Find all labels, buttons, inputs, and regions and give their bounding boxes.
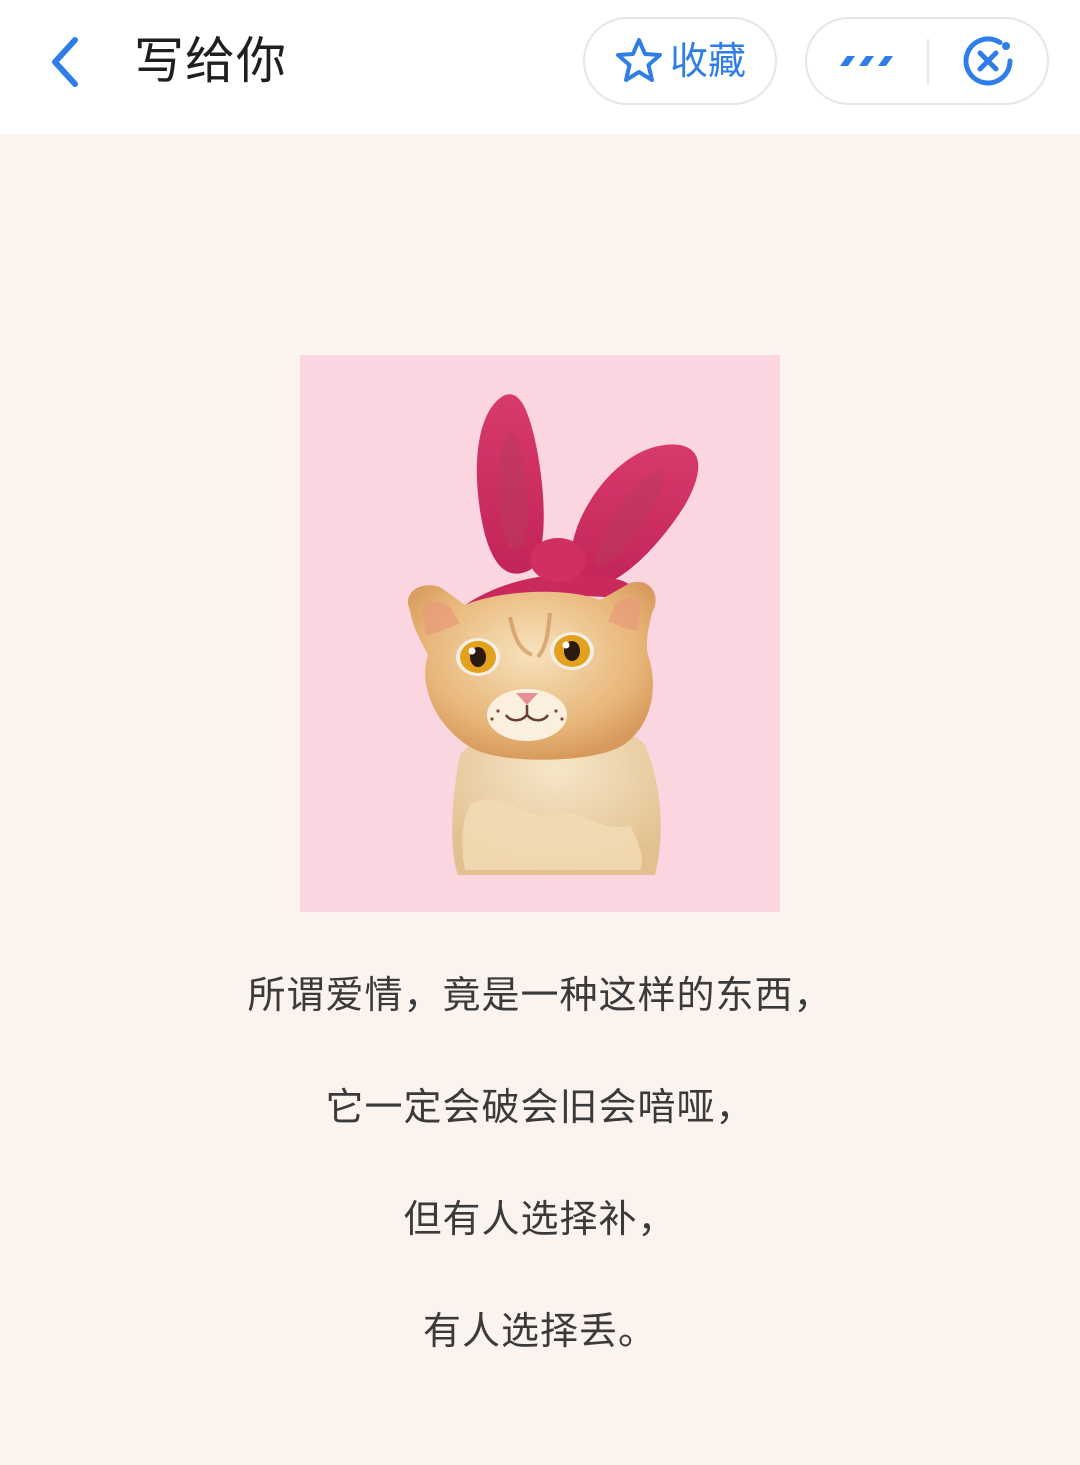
favorite-label: 收藏	[669, 39, 746, 83]
cover-image	[300, 355, 780, 912]
top-navigation-bar: 写给你 收藏	[0, 0, 1080, 134]
poem-line: 但有人选择补，	[403, 1197, 677, 1241]
page-title: 写给你	[134, 32, 287, 90]
close-circle-icon	[963, 36, 1013, 86]
poem-text: 所谓爱情，竟是一种这样的东西， 它一定会破会旧会喑哑， 但有人选择补， 有人选择…	[0, 960, 1080, 1408]
more-dots-icon	[840, 56, 893, 66]
more-button[interactable]	[807, 19, 927, 103]
star-outline-icon	[615, 38, 662, 82]
close-button[interactable]	[929, 19, 1047, 103]
back-button[interactable]	[30, 22, 100, 102]
poem-line: 有人选择丢。	[422, 1309, 657, 1353]
poem-line: 它一定会破会旧会喑哑，	[325, 1085, 755, 1129]
mini-program-capsule	[805, 17, 1049, 105]
cat-bunny-ears-illustration	[407, 394, 699, 875]
favorite-button[interactable]: 收藏	[583, 17, 777, 105]
chevron-left-icon	[52, 37, 78, 87]
poem-line: 所谓爱情，竟是一种这样的东西，	[247, 973, 833, 1017]
